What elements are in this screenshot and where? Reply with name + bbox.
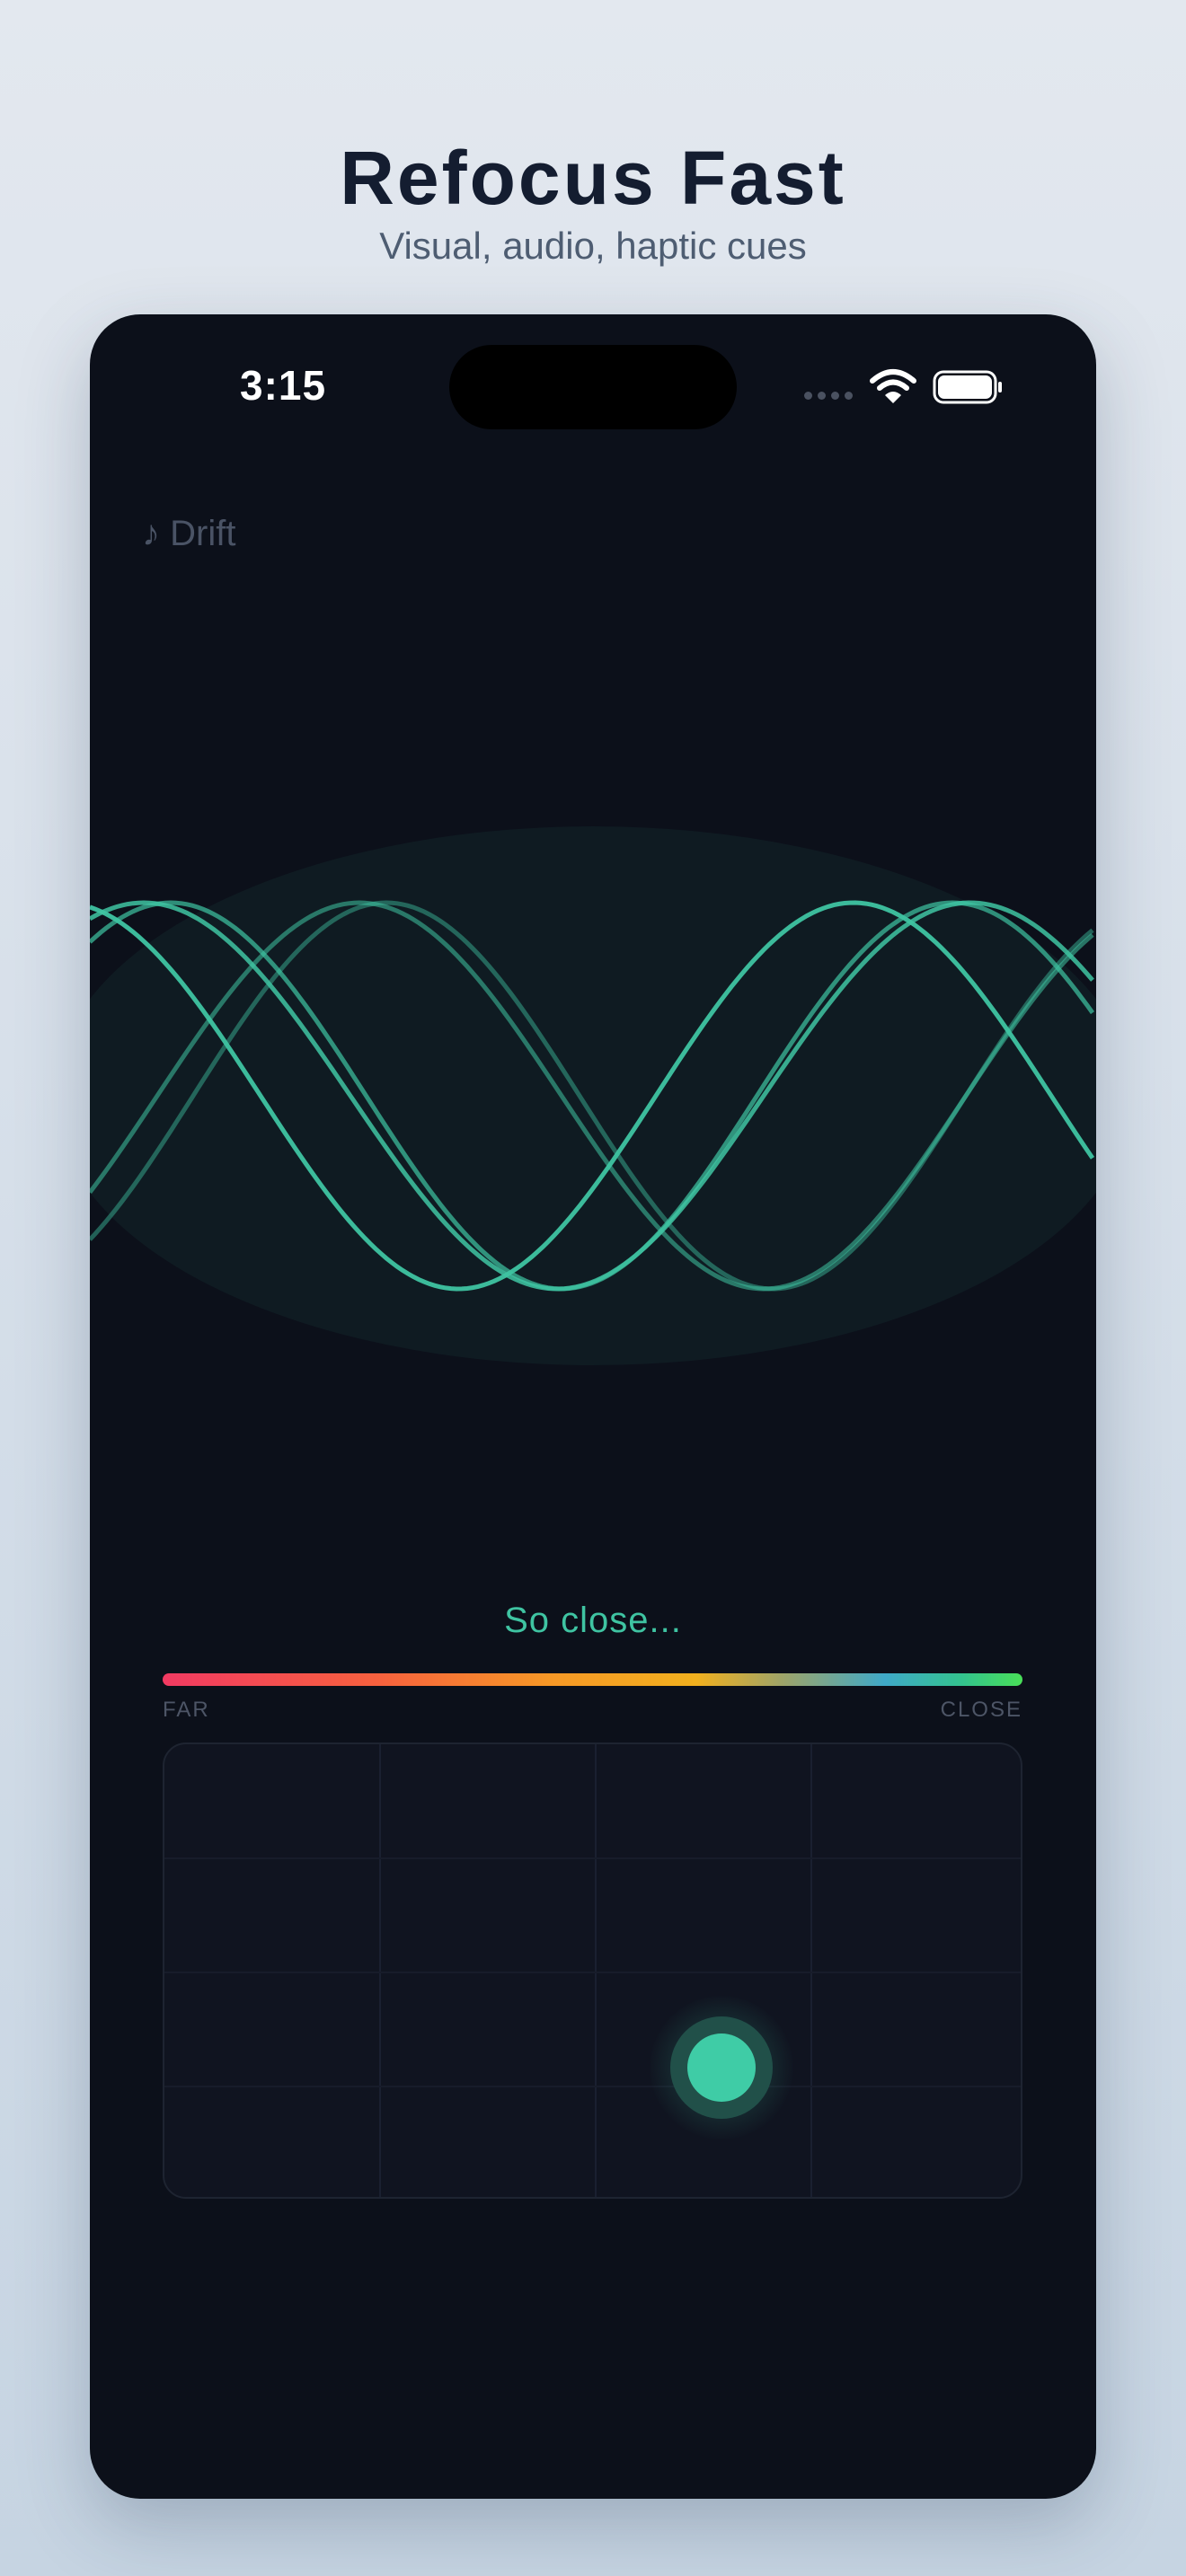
wifi-icon (870, 369, 916, 403)
waveform-visualizer (90, 826, 1096, 1365)
drag-handle-core (687, 2033, 756, 2102)
focus-touch-pad[interactable] (163, 1742, 1022, 2199)
meter-far-label: FAR (163, 1698, 210, 1722)
promo-subtitle: Visual, audio, haptic cues (379, 225, 807, 267)
meter-close-label: CLOSE (940, 1698, 1022, 1722)
cellular-signal-icon (804, 392, 853, 400)
battery-icon (933, 370, 1002, 404)
dynamic-island (449, 345, 737, 429)
proximity-hint: So close... (504, 1601, 682, 1640)
drag-handle[interactable] (670, 2016, 773, 2119)
phone-screen: 3:15 ♪ Drift So close... FAR CLOSE (90, 314, 1096, 2499)
proximity-meter (163, 1673, 1022, 1686)
pad-grid (164, 1744, 1021, 2197)
status-time: 3:15 (240, 362, 327, 409)
track-name-label: ♪ Drift (142, 514, 236, 553)
promo-title: Refocus Fast (340, 136, 846, 220)
